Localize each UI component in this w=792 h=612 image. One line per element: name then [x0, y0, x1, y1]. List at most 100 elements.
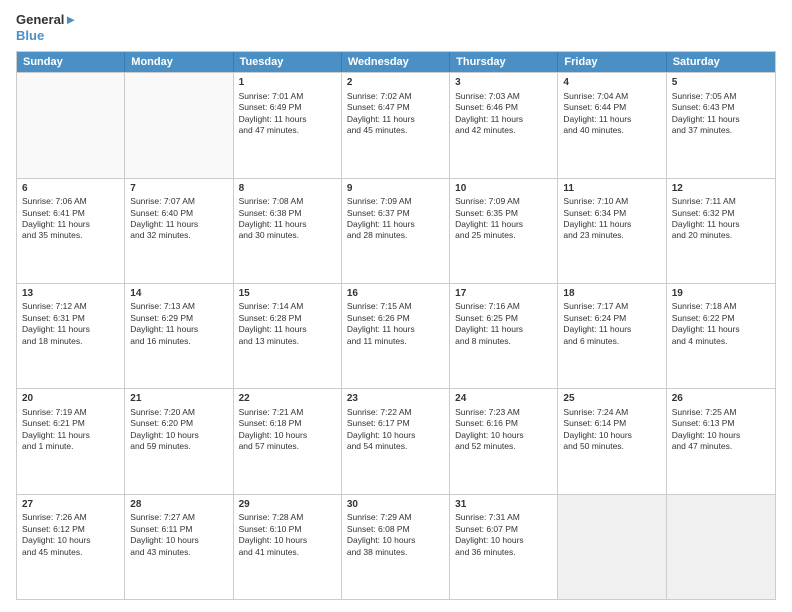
- day-number: 3: [455, 76, 552, 90]
- logo-text: General► Blue: [16, 12, 77, 43]
- header-cell-monday: Monday: [125, 52, 233, 72]
- cell-info: Sunrise: 7:06 AM Sunset: 6:41 PM Dayligh…: [22, 196, 119, 242]
- day-number: 20: [22, 392, 119, 406]
- header-cell-thursday: Thursday: [450, 52, 558, 72]
- day-number: 29: [239, 498, 336, 512]
- day-number: 14: [130, 287, 227, 301]
- cal-cell: [125, 73, 233, 177]
- calendar: SundayMondayTuesdayWednesdayThursdayFrid…: [16, 51, 776, 600]
- cell-info: Sunrise: 7:02 AM Sunset: 6:47 PM Dayligh…: [347, 91, 444, 137]
- cell-info: Sunrise: 7:04 AM Sunset: 6:44 PM Dayligh…: [563, 91, 660, 137]
- cell-info: Sunrise: 7:13 AM Sunset: 6:29 PM Dayligh…: [130, 301, 227, 347]
- day-number: 28: [130, 498, 227, 512]
- cal-cell: 15Sunrise: 7:14 AM Sunset: 6:28 PM Dayli…: [234, 284, 342, 388]
- cal-cell: 10Sunrise: 7:09 AM Sunset: 6:35 PM Dayli…: [450, 179, 558, 283]
- cell-info: Sunrise: 7:25 AM Sunset: 6:13 PM Dayligh…: [672, 407, 770, 453]
- cal-cell: 3Sunrise: 7:03 AM Sunset: 6:46 PM Daylig…: [450, 73, 558, 177]
- day-number: 13: [22, 287, 119, 301]
- cal-cell: [558, 495, 666, 599]
- day-number: 11: [563, 182, 660, 196]
- header-cell-friday: Friday: [558, 52, 666, 72]
- day-number: 5: [672, 76, 770, 90]
- day-number: 8: [239, 182, 336, 196]
- day-number: 6: [22, 182, 119, 196]
- cell-info: Sunrise: 7:23 AM Sunset: 6:16 PM Dayligh…: [455, 407, 552, 453]
- cal-cell: 29Sunrise: 7:28 AM Sunset: 6:10 PM Dayli…: [234, 495, 342, 599]
- day-number: 17: [455, 287, 552, 301]
- cell-info: Sunrise: 7:14 AM Sunset: 6:28 PM Dayligh…: [239, 301, 336, 347]
- day-number: 27: [22, 498, 119, 512]
- calendar-body: 1Sunrise: 7:01 AM Sunset: 6:49 PM Daylig…: [17, 72, 775, 599]
- cell-info: Sunrise: 7:15 AM Sunset: 6:26 PM Dayligh…: [347, 301, 444, 347]
- cell-info: Sunrise: 7:19 AM Sunset: 6:21 PM Dayligh…: [22, 407, 119, 453]
- cell-info: Sunrise: 7:24 AM Sunset: 6:14 PM Dayligh…: [563, 407, 660, 453]
- day-number: 7: [130, 182, 227, 196]
- cell-info: Sunrise: 7:03 AM Sunset: 6:46 PM Dayligh…: [455, 91, 552, 137]
- cal-cell: 6Sunrise: 7:06 AM Sunset: 6:41 PM Daylig…: [17, 179, 125, 283]
- cal-cell: 1Sunrise: 7:01 AM Sunset: 6:49 PM Daylig…: [234, 73, 342, 177]
- cal-cell: 31Sunrise: 7:31 AM Sunset: 6:07 PM Dayli…: [450, 495, 558, 599]
- cal-cell: 16Sunrise: 7:15 AM Sunset: 6:26 PM Dayli…: [342, 284, 450, 388]
- header-cell-tuesday: Tuesday: [234, 52, 342, 72]
- day-number: 31: [455, 498, 552, 512]
- calendar-row-1: 6Sunrise: 7:06 AM Sunset: 6:41 PM Daylig…: [17, 178, 775, 283]
- day-number: 16: [347, 287, 444, 301]
- cal-cell: 14Sunrise: 7:13 AM Sunset: 6:29 PM Dayli…: [125, 284, 233, 388]
- day-number: 25: [563, 392, 660, 406]
- cal-cell: 8Sunrise: 7:08 AM Sunset: 6:38 PM Daylig…: [234, 179, 342, 283]
- calendar-header: SundayMondayTuesdayWednesdayThursdayFrid…: [17, 52, 775, 72]
- day-number: 2: [347, 76, 444, 90]
- cal-cell: [667, 495, 775, 599]
- day-number: 9: [347, 182, 444, 196]
- day-number: 18: [563, 287, 660, 301]
- cal-cell: [17, 73, 125, 177]
- cell-info: Sunrise: 7:01 AM Sunset: 6:49 PM Dayligh…: [239, 91, 336, 137]
- cell-info: Sunrise: 7:09 AM Sunset: 6:35 PM Dayligh…: [455, 196, 552, 242]
- day-number: 26: [672, 392, 770, 406]
- cell-info: Sunrise: 7:12 AM Sunset: 6:31 PM Dayligh…: [22, 301, 119, 347]
- calendar-row-2: 13Sunrise: 7:12 AM Sunset: 6:31 PM Dayli…: [17, 283, 775, 388]
- cal-cell: 4Sunrise: 7:04 AM Sunset: 6:44 PM Daylig…: [558, 73, 666, 177]
- cell-info: Sunrise: 7:05 AM Sunset: 6:43 PM Dayligh…: [672, 91, 770, 137]
- cell-info: Sunrise: 7:28 AM Sunset: 6:10 PM Dayligh…: [239, 512, 336, 558]
- cell-info: Sunrise: 7:26 AM Sunset: 6:12 PM Dayligh…: [22, 512, 119, 558]
- cell-info: Sunrise: 7:22 AM Sunset: 6:17 PM Dayligh…: [347, 407, 444, 453]
- cell-info: Sunrise: 7:07 AM Sunset: 6:40 PM Dayligh…: [130, 196, 227, 242]
- day-number: 24: [455, 392, 552, 406]
- day-number: 23: [347, 392, 444, 406]
- day-number: 1: [239, 76, 336, 90]
- header-cell-wednesday: Wednesday: [342, 52, 450, 72]
- logo: General► Blue: [16, 12, 77, 43]
- day-number: 19: [672, 287, 770, 301]
- header-cell-saturday: Saturday: [667, 52, 775, 72]
- cal-cell: 27Sunrise: 7:26 AM Sunset: 6:12 PM Dayli…: [17, 495, 125, 599]
- cell-info: Sunrise: 7:16 AM Sunset: 6:25 PM Dayligh…: [455, 301, 552, 347]
- cell-info: Sunrise: 7:27 AM Sunset: 6:11 PM Dayligh…: [130, 512, 227, 558]
- cell-info: Sunrise: 7:21 AM Sunset: 6:18 PM Dayligh…: [239, 407, 336, 453]
- cal-cell: 21Sunrise: 7:20 AM Sunset: 6:20 PM Dayli…: [125, 389, 233, 493]
- cal-cell: 25Sunrise: 7:24 AM Sunset: 6:14 PM Dayli…: [558, 389, 666, 493]
- header: General► Blue: [16, 12, 776, 43]
- day-number: 10: [455, 182, 552, 196]
- cal-cell: 11Sunrise: 7:10 AM Sunset: 6:34 PM Dayli…: [558, 179, 666, 283]
- cal-cell: 20Sunrise: 7:19 AM Sunset: 6:21 PM Dayli…: [17, 389, 125, 493]
- cal-cell: 19Sunrise: 7:18 AM Sunset: 6:22 PM Dayli…: [667, 284, 775, 388]
- cal-cell: 17Sunrise: 7:16 AM Sunset: 6:25 PM Dayli…: [450, 284, 558, 388]
- cal-cell: 9Sunrise: 7:09 AM Sunset: 6:37 PM Daylig…: [342, 179, 450, 283]
- cell-info: Sunrise: 7:11 AM Sunset: 6:32 PM Dayligh…: [672, 196, 770, 242]
- day-number: 22: [239, 392, 336, 406]
- cell-info: Sunrise: 7:20 AM Sunset: 6:20 PM Dayligh…: [130, 407, 227, 453]
- cell-info: Sunrise: 7:29 AM Sunset: 6:08 PM Dayligh…: [347, 512, 444, 558]
- cell-info: Sunrise: 7:08 AM Sunset: 6:38 PM Dayligh…: [239, 196, 336, 242]
- calendar-row-0: 1Sunrise: 7:01 AM Sunset: 6:49 PM Daylig…: [17, 72, 775, 177]
- cell-info: Sunrise: 7:17 AM Sunset: 6:24 PM Dayligh…: [563, 301, 660, 347]
- cal-cell: 26Sunrise: 7:25 AM Sunset: 6:13 PM Dayli…: [667, 389, 775, 493]
- cal-cell: 5Sunrise: 7:05 AM Sunset: 6:43 PM Daylig…: [667, 73, 775, 177]
- calendar-row-4: 27Sunrise: 7:26 AM Sunset: 6:12 PM Dayli…: [17, 494, 775, 599]
- cal-cell: 18Sunrise: 7:17 AM Sunset: 6:24 PM Dayli…: [558, 284, 666, 388]
- cal-cell: 12Sunrise: 7:11 AM Sunset: 6:32 PM Dayli…: [667, 179, 775, 283]
- page: General► Blue SundayMondayTuesdayWednesd…: [0, 0, 792, 612]
- day-number: 4: [563, 76, 660, 90]
- day-number: 30: [347, 498, 444, 512]
- cal-cell: 23Sunrise: 7:22 AM Sunset: 6:17 PM Dayli…: [342, 389, 450, 493]
